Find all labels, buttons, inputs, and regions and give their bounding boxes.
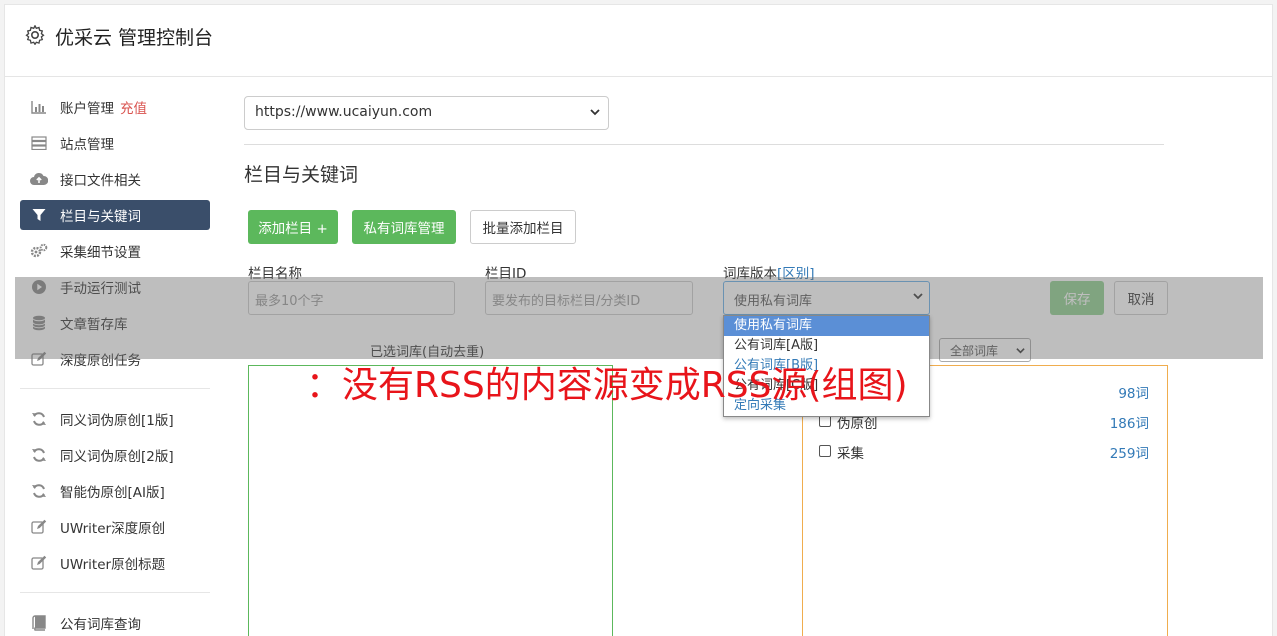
- divider: [244, 144, 1164, 145]
- chevron-down-icon: [590, 109, 600, 116]
- bar-chart-icon: [30, 99, 48, 115]
- gear-icon: [25, 25, 45, 45]
- sidebar-item-label: 同义词伪原创[2版]: [60, 449, 174, 465]
- sidebar-item-interface[interactable]: 接口文件相关: [20, 164, 210, 194]
- sidebar-item-public-lib[interactable]: 公有词库查询: [20, 608, 210, 636]
- sidebar-item-synonym-v2[interactable]: 同义词伪原创[2版]: [20, 440, 210, 470]
- batch-add-button[interactable]: 批量添加栏目: [470, 210, 576, 244]
- sidebar-item-label: 接口文件相关: [60, 173, 141, 189]
- sidebar-item-label: UWriter深度原创: [60, 521, 166, 537]
- dropdown-option[interactable]: 使用私有词库: [724, 316, 929, 336]
- refresh-icon: [30, 447, 48, 463]
- sidebar-item-ai-rewrite[interactable]: 智能伪原创[AI版]: [20, 476, 210, 506]
- sidebar-item-label: 公有词库查询: [60, 617, 141, 633]
- sidebar-item-collect-settings[interactable]: 采集细节设置: [20, 236, 210, 266]
- section-title: 栏目与关键词: [244, 164, 359, 186]
- sidebar-divider: [20, 388, 210, 389]
- sidebar-item-label: 同义词伪原创[1版]: [60, 413, 174, 429]
- sidebar-item-synonym-v1[interactable]: 同义词伪原创[1版]: [20, 404, 210, 434]
- site-select[interactable]: https://www.ucaiyun.com: [244, 96, 609, 130]
- lib-count[interactable]: 259词: [1110, 442, 1149, 462]
- edit-icon: [30, 555, 48, 571]
- sidebar-item-label: 站点管理: [60, 137, 114, 153]
- cloud-upload-icon: [30, 171, 48, 187]
- sidebar-divider: [20, 592, 210, 593]
- refresh-icon: [30, 483, 48, 499]
- watermark-caption: ：没有RSS的内容源变成RSS源(组图): [306, 365, 908, 406]
- page-title: 优采云 管理控制台: [55, 27, 214, 49]
- header: 优采云 管理控制台: [5, 5, 1272, 77]
- edit-icon: [30, 519, 48, 535]
- sidebar-item-label: 采集细节设置: [60, 245, 141, 261]
- lib-checkbox[interactable]: [819, 445, 831, 457]
- server-icon: [30, 135, 48, 151]
- sidebar-item-columns[interactable]: 栏目与关键词: [20, 200, 210, 230]
- dropdown-option[interactable]: 公有词库[A版]: [724, 336, 929, 356]
- private-lib-button[interactable]: 私有词库管理: [352, 210, 456, 244]
- lib-row[interactable]: 采集 259词: [803, 442, 1167, 462]
- overlay-band: [15, 277, 1263, 359]
- lib-count[interactable]: 186词: [1110, 412, 1149, 432]
- sidebar-item-label: 智能伪原创[AI版]: [60, 485, 165, 501]
- sidebar-item-uwriter-title[interactable]: UWriter原创标题: [20, 548, 210, 578]
- sidebar-item-label: 栏目与关键词: [60, 209, 141, 225]
- gears-icon: [30, 243, 48, 259]
- filter-icon: [30, 207, 48, 223]
- refresh-icon: [30, 411, 48, 427]
- book-icon: [30, 615, 48, 631]
- sidebar: 账户管理 充值 站点管理 接口文件相关 栏目与关键词 采集细节设置 手动运行测试: [20, 92, 210, 636]
- recharge-link[interactable]: 充值: [120, 97, 147, 117]
- sidebar-item-label: UWriter原创标题: [60, 557, 166, 573]
- sidebar-item-sites[interactable]: 站点管理: [20, 128, 210, 158]
- site-select-value: https://www.ucaiyun.com: [255, 104, 433, 120]
- sidebar-item-label: 账户管理: [60, 101, 114, 117]
- add-column-button[interactable]: 添加栏目 +: [248, 210, 338, 244]
- lib-name: 采集: [837, 446, 864, 462]
- sidebar-item-uwriter-deep[interactable]: UWriter深度原创: [20, 512, 210, 542]
- lib-count[interactable]: 98词: [1118, 382, 1149, 402]
- sidebar-item-account[interactable]: 账户管理 充值: [20, 92, 210, 122]
